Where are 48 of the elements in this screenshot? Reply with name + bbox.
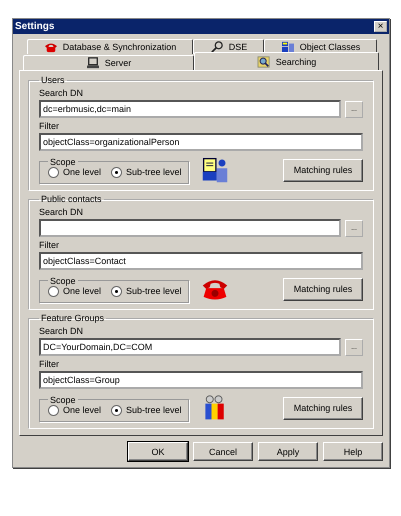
radio-button[interactable] <box>111 404 122 416</box>
search-dn-field[interactable]: DC=YourDomain,DC=COM <box>39 338 341 356</box>
radio-button[interactable] <box>48 404 59 416</box>
scope-title: Scope <box>49 394 77 404</box>
close-button[interactable]: × <box>374 21 387 32</box>
radio-label[interactable]: One level <box>63 405 102 415</box>
filter-field[interactable]: objectClass=Contact <box>39 252 363 270</box>
filter-field[interactable]: objectClass=Group <box>39 371 363 389</box>
field-label: Filter <box>39 121 60 131</box>
radio-label[interactable]: Sub-tree level <box>126 167 182 177</box>
radio-button[interactable] <box>48 286 59 296</box>
filter-field[interactable]: objectClass=organizationalPerson <box>39 133 363 151</box>
radio-label[interactable]: Sub-tree level <box>126 405 182 415</box>
matching-rules-button[interactable]: Matching rules <box>283 278 363 300</box>
scope-title: Scope <box>49 276 77 286</box>
matching-rules-button[interactable]: Matching rules <box>283 396 363 420</box>
dialog-button[interactable]: Help <box>323 442 383 461</box>
search-dn-field[interactable] <box>39 219 341 237</box>
phone-icon <box>44 41 58 53</box>
field-label: Search DN <box>39 207 84 217</box>
user-card-icon <box>201 156 229 184</box>
computer-icon <box>86 57 100 69</box>
dialog-button[interactable]: Cancel <box>193 442 253 461</box>
tab[interactable]: Searching <box>194 52 380 70</box>
matching-rules-button[interactable]: Matching rules <box>283 158 363 182</box>
dialog-button[interactable]: OK <box>128 442 188 461</box>
radio-label[interactable]: Sub-tree level <box>126 286 182 296</box>
radio-button[interactable] <box>48 166 59 178</box>
magnifier-icon <box>210 41 224 53</box>
field-label: Filter <box>39 240 60 250</box>
radio-label[interactable]: One level <box>63 286 102 296</box>
group-title: Feature Groups <box>40 313 106 323</box>
field-label: Search DN <box>39 326 84 336</box>
tab[interactable]: Server <box>23 55 194 70</box>
radio-label[interactable]: One level <box>63 167 102 177</box>
window-title: Settings <box>15 21 54 32</box>
tab[interactable]: Database & Synchronization <box>27 39 194 54</box>
classes-icon <box>280 41 295 53</box>
scope-title: Scope <box>49 156 77 166</box>
group-title: Public contacts <box>40 194 103 204</box>
radio-button[interactable] <box>111 166 122 178</box>
search-dn-field[interactable]: dc=erbmusic,dc=main <box>39 100 341 118</box>
radio-button[interactable] <box>111 286 122 296</box>
search-icon <box>256 56 271 68</box>
field-label: Search DN <box>39 88 84 98</box>
field-label: Filter <box>39 359 60 369</box>
group-title: Users <box>40 75 66 85</box>
dialog-button[interactable]: Apply <box>258 442 318 461</box>
